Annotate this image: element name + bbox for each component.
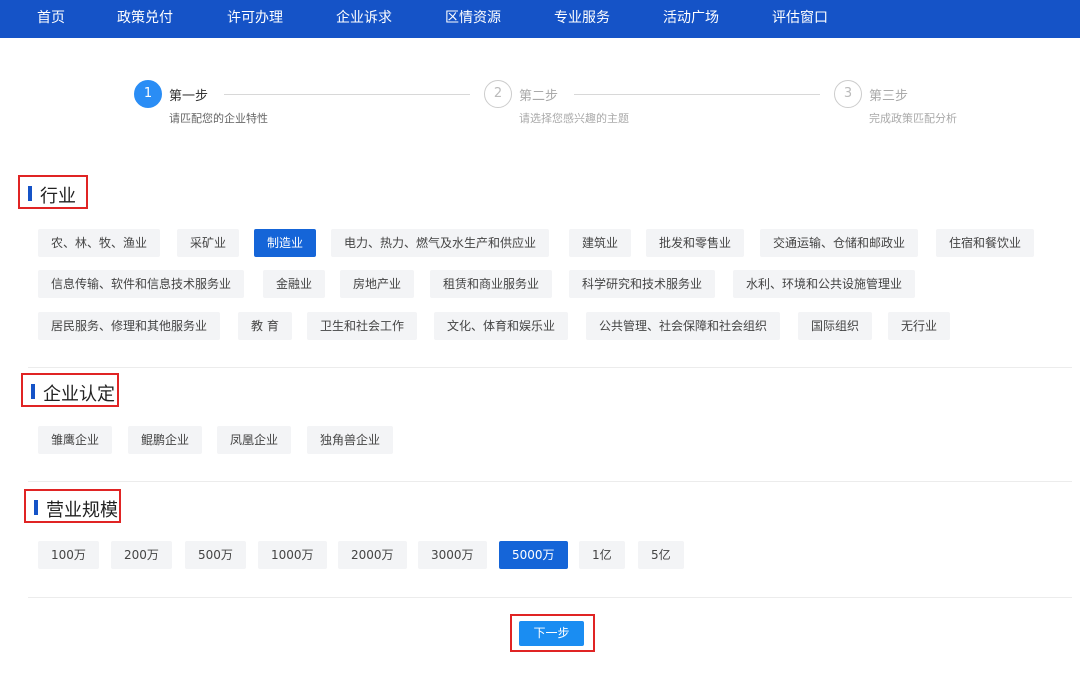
industry-tag[interactable]: 水利、环境和公共设施管理业 [733, 270, 916, 298]
next-button-highlight: 下一步 [510, 614, 595, 652]
step-1-circle: 1 [134, 80, 162, 108]
scale-tag[interactable]: 500万 [185, 541, 246, 569]
industry-tag[interactable]: 批发和零售业 [646, 229, 745, 257]
next-step-button[interactable]: 下一步 [519, 621, 584, 646]
section-accent-bar [34, 500, 38, 515]
scale-section-header: 营业规模 [24, 489, 121, 523]
industry-tag[interactable]: 无行业 [888, 312, 951, 340]
industry-tag[interactable]: 科学研究和技术服务业 [569, 270, 716, 298]
scale-tag[interactable]: 100万 [38, 541, 99, 569]
industry-tag[interactable]: 交通运输、仓储和邮政业 [760, 229, 919, 257]
step-connector [224, 94, 470, 95]
scale-tag[interactable]: 200万 [111, 541, 172, 569]
nav-appeal[interactable]: 企业诉求 [336, 0, 392, 38]
industry-tag[interactable]: 农、林、牧、渔业 [38, 229, 161, 257]
nav-permit[interactable]: 许可办理 [227, 0, 283, 38]
industry-tag[interactable]: 房地产业 [340, 270, 415, 298]
industry-tag-selected[interactable]: 制造业 [254, 229, 317, 257]
industry-tag[interactable]: 电力、热力、燃气及水生产和供应业 [331, 229, 550, 257]
scale-tag[interactable]: 5亿 [638, 541, 684, 569]
industry-tag[interactable]: 国际组织 [798, 312, 873, 340]
industry-tag[interactable]: 建筑业 [569, 229, 632, 257]
step-1-desc: 请匹配您的企业特性 [169, 112, 268, 125]
certification-tag[interactable]: 独角兽企业 [307, 426, 394, 454]
section-divider [28, 597, 1072, 598]
nav-resources[interactable]: 区情资源 [445, 0, 501, 38]
certification-section-title: 企业认定 [43, 384, 115, 405]
step-3-desc: 完成政策匹配分析 [869, 112, 957, 125]
nav-home[interactable]: 首页 [37, 0, 65, 38]
nav-services[interactable]: 专业服务 [554, 0, 610, 38]
certification-tag[interactable]: 凤凰企业 [217, 426, 292, 454]
industry-section-title: 行业 [40, 186, 76, 207]
nav-activities[interactable]: 活动广场 [663, 0, 719, 38]
certification-section-header: 企业认定 [21, 373, 119, 407]
top-nav: 首页 政策兑付 许可办理 企业诉求 区情资源 专业服务 活动广场 评估窗口 [0, 0, 1080, 38]
industry-tag[interactable]: 公共管理、社会保障和社会组织 [586, 312, 781, 340]
section-accent-bar [28, 186, 32, 201]
scale-tag[interactable]: 1亿 [579, 541, 625, 569]
industry-tag[interactable]: 采矿业 [177, 229, 240, 257]
step-3-title: 第三步 [869, 89, 909, 104]
section-divider [28, 481, 1072, 482]
industry-tag[interactable]: 住宿和餐饮业 [936, 229, 1035, 257]
step-connector [574, 94, 820, 95]
section-accent-bar [31, 384, 35, 399]
certification-tag[interactable]: 雏鹰企业 [38, 426, 113, 454]
step-3-circle: 3 [834, 80, 862, 108]
scale-tag[interactable]: 1000万 [258, 541, 327, 569]
industry-tag[interactable]: 卫生和社会工作 [307, 312, 418, 340]
certification-tag[interactable]: 鲲鹏企业 [128, 426, 203, 454]
scale-tag[interactable]: 2000万 [338, 541, 407, 569]
industry-tag[interactable]: 文化、体育和娱乐业 [434, 312, 569, 340]
step-2-circle: 2 [484, 80, 512, 108]
scale-tag-selected[interactable]: 5000万 [499, 541, 568, 569]
industry-tag[interactable]: 金融业 [263, 270, 326, 298]
industry-tag[interactable]: 居民服务、修理和其他服务业 [38, 312, 221, 340]
industry-tag[interactable]: 信息传输、软件和信息技术服务业 [38, 270, 245, 298]
scale-tag[interactable]: 3000万 [418, 541, 487, 569]
step-1-title: 第一步 [169, 89, 209, 104]
step-progress: 1 第一步 请匹配您的企业特性 2 第二步 请选择您感兴趣的主题 3 第三步 完… [0, 78, 1080, 138]
industry-tag[interactable]: 教 育 [238, 312, 292, 340]
nav-policy[interactable]: 政策兑付 [117, 0, 173, 38]
step-2-desc: 请选择您感兴趣的主题 [519, 112, 629, 125]
industry-section-header: 行业 [18, 175, 88, 209]
section-divider [28, 367, 1072, 368]
step-2-title: 第二步 [519, 89, 559, 104]
nav-evaluation[interactable]: 评估窗口 [772, 0, 828, 38]
scale-section-title: 营业规模 [46, 500, 118, 521]
industry-tag[interactable]: 租赁和商业服务业 [430, 270, 553, 298]
